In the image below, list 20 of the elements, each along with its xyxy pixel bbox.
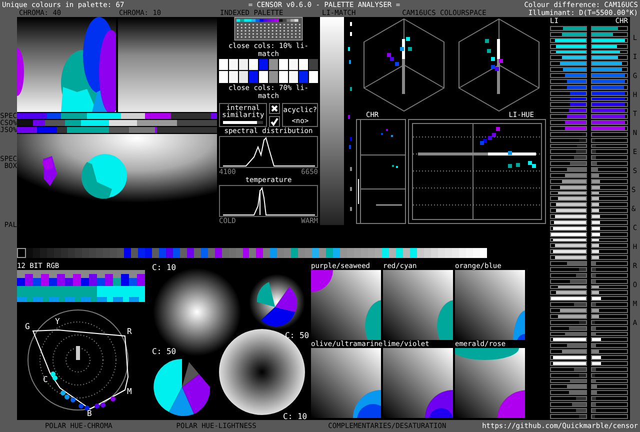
chroma-label: C: 10 [152, 263, 176, 272]
lightness-disc [154, 359, 210, 416]
chroma-label: C: 50 [152, 347, 176, 356]
desaturation-tile-drawing [311, 348, 381, 418]
hue-label: R [127, 327, 132, 336]
desaturation-tile-drawing [455, 270, 525, 340]
hue-label: B [87, 409, 92, 418]
desaturation-tile-drawing [455, 348, 525, 418]
hue-label: C [43, 375, 48, 384]
hue-label: G [25, 322, 30, 331]
chroma-label: C: 50 [285, 331, 309, 340]
colour-dot [110, 396, 116, 402]
close-icon [269, 103, 280, 114]
desaturation-tile-drawing [383, 348, 453, 418]
chroma-label: C: 10 [283, 412, 308, 420]
check-icon [269, 116, 280, 127]
hue-label: Y [55, 317, 60, 326]
desaturation-tile-drawing [311, 270, 381, 340]
desaturation-tile-drawing [383, 270, 453, 340]
hue-label: M [127, 387, 132, 396]
